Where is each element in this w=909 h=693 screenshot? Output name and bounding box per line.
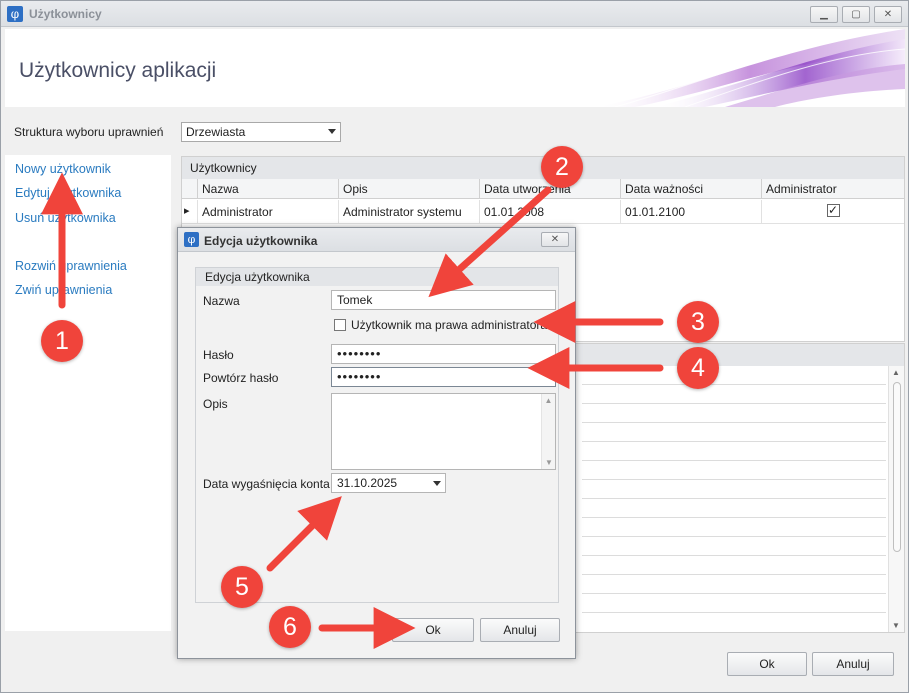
column-header-admin[interactable]: Administrator [762,179,904,199]
dialog-title-bar: φ Edycja użytkownika ✕ [178,228,575,252]
perm-row-divider [582,612,886,613]
password-repeat-input[interactable]: •••••••• [331,367,556,387]
perm-row-divider [582,517,886,518]
perm-row-divider [582,536,886,537]
scroll-down-icon[interactable]: ▼ [892,621,900,630]
password-label: Hasło [203,348,234,362]
chevron-down-icon [328,129,336,134]
perm-row-divider [582,384,886,385]
perm-row-divider [582,479,886,480]
cancel-button[interactable]: Anuluj [812,652,894,676]
page-title: Użytkownicy aplikacji [19,59,217,82]
admin-checkbox-checked-icon[interactable]: ✓ [826,204,840,217]
structure-select[interactable]: Drzewiasta [181,122,341,142]
password-input[interactable]: •••••••• [331,344,556,364]
perm-row-divider [582,498,886,499]
scroll-up-icon[interactable]: ▲ [892,368,900,377]
expiry-label: Data wygaśnięcia konta [203,477,330,491]
annotation-badge-6: 6 [269,606,311,648]
actions-sidebar: Nowy użytkownik Edytuj użytkownika Usuń … [5,155,171,631]
collapse-permissions-link[interactable]: Zwiń uprawnienia [15,283,112,297]
expand-permissions-link[interactable]: Rozwiń uprawnienia [15,259,127,273]
scrollbar-thumb[interactable] [893,382,901,552]
admin-checkbox[interactable] [334,319,346,331]
users-grid-header: Nazwa Opis Data utworzenia Data ważności… [182,179,904,199]
perm-row-divider [582,441,886,442]
row-indicator-icon: ▸ [182,200,198,224]
permissions-scrollbar[interactable]: ▲ ▼ [888,366,904,632]
cell-name: Administrator [198,200,339,224]
cell-description: Administrator systemu [339,200,480,224]
annotation-badge-1: 1 [41,320,83,362]
annotation-badge-4: 4 [677,347,719,389]
perm-row-divider [582,574,886,575]
chevron-down-icon [433,481,441,486]
row-indicator-header [182,179,198,199]
close-icon[interactable]: ✕ [874,6,902,23]
header-banner: Użytkownicy aplikacji [5,29,905,107]
delete-user-link[interactable]: Usuń użytkownika [15,211,116,225]
cell-created: 01.01.2008 [480,200,621,224]
table-row[interactable]: ▸ Administrator Administrator systemu 01… [182,200,904,224]
scroll-down-icon[interactable]: ▼ [545,458,553,467]
expiry-date-value: 31.10.2025 [337,476,398,490]
app-logo-icon: φ [7,6,23,22]
description-textarea[interactable]: ▲ ▼ [331,393,556,470]
description-label: Opis [203,397,228,411]
annotation-badge-2: 2 [541,146,583,188]
scroll-up-icon[interactable]: ▲ [542,396,555,405]
minimize-icon[interactable]: ▁ [810,6,838,23]
perm-row-divider [582,555,886,556]
perm-row-divider [582,422,886,423]
edit-user-link[interactable]: Edytuj użytkownika [15,186,121,200]
header-swoosh-decoration [595,29,905,107]
annotation-badge-3: 3 [677,301,719,343]
new-user-link[interactable]: Nowy użytkownik [15,162,111,176]
column-header-expires[interactable]: Data ważności [621,179,762,199]
column-header-name[interactable]: Nazwa [198,179,339,199]
dialog-cancel-button[interactable]: Anuluj [480,618,560,642]
cell-admin: ✓ [762,200,904,224]
structure-label: Struktura wyboru uprawnień [14,125,164,139]
title-bar: φ Użytkownicy ▁ ▢ ✕ [1,1,908,27]
window-title: Użytkownicy [29,7,102,21]
column-header-description[interactable]: Opis [339,179,480,199]
dialog-title: Edycja użytkownika [204,234,318,248]
edit-user-group: Edycja użytkownika Nazwa Tomek Użytkowni… [195,267,559,603]
dialog-ok-button[interactable]: Ok [392,618,474,642]
description-scrollbar[interactable]: ▲ ▼ [541,394,555,469]
perm-row-divider [582,593,886,594]
cell-expires: 01.01.2100 [621,200,762,224]
admin-checkbox-label[interactable]: Użytkownik ma prawa administratora [351,318,547,332]
name-input[interactable]: Tomek [331,290,556,310]
maximize-icon[interactable]: ▢ [842,6,870,23]
name-label: Nazwa [203,294,240,308]
ok-button[interactable]: Ok [727,652,807,676]
perm-row-divider [582,460,886,461]
perm-row-divider [582,403,886,404]
expiry-date-picker[interactable]: 31.10.2025 [331,473,446,493]
structure-select-value: Drzewiasta [186,125,246,139]
dialog-close-icon[interactable]: ✕ [541,232,569,247]
dialog-app-icon: φ [184,232,199,247]
annotation-badge-5: 5 [221,566,263,608]
group-caption: Edycja użytkownika [196,268,558,286]
password-repeat-label: Powtórz hasło [203,371,279,385]
